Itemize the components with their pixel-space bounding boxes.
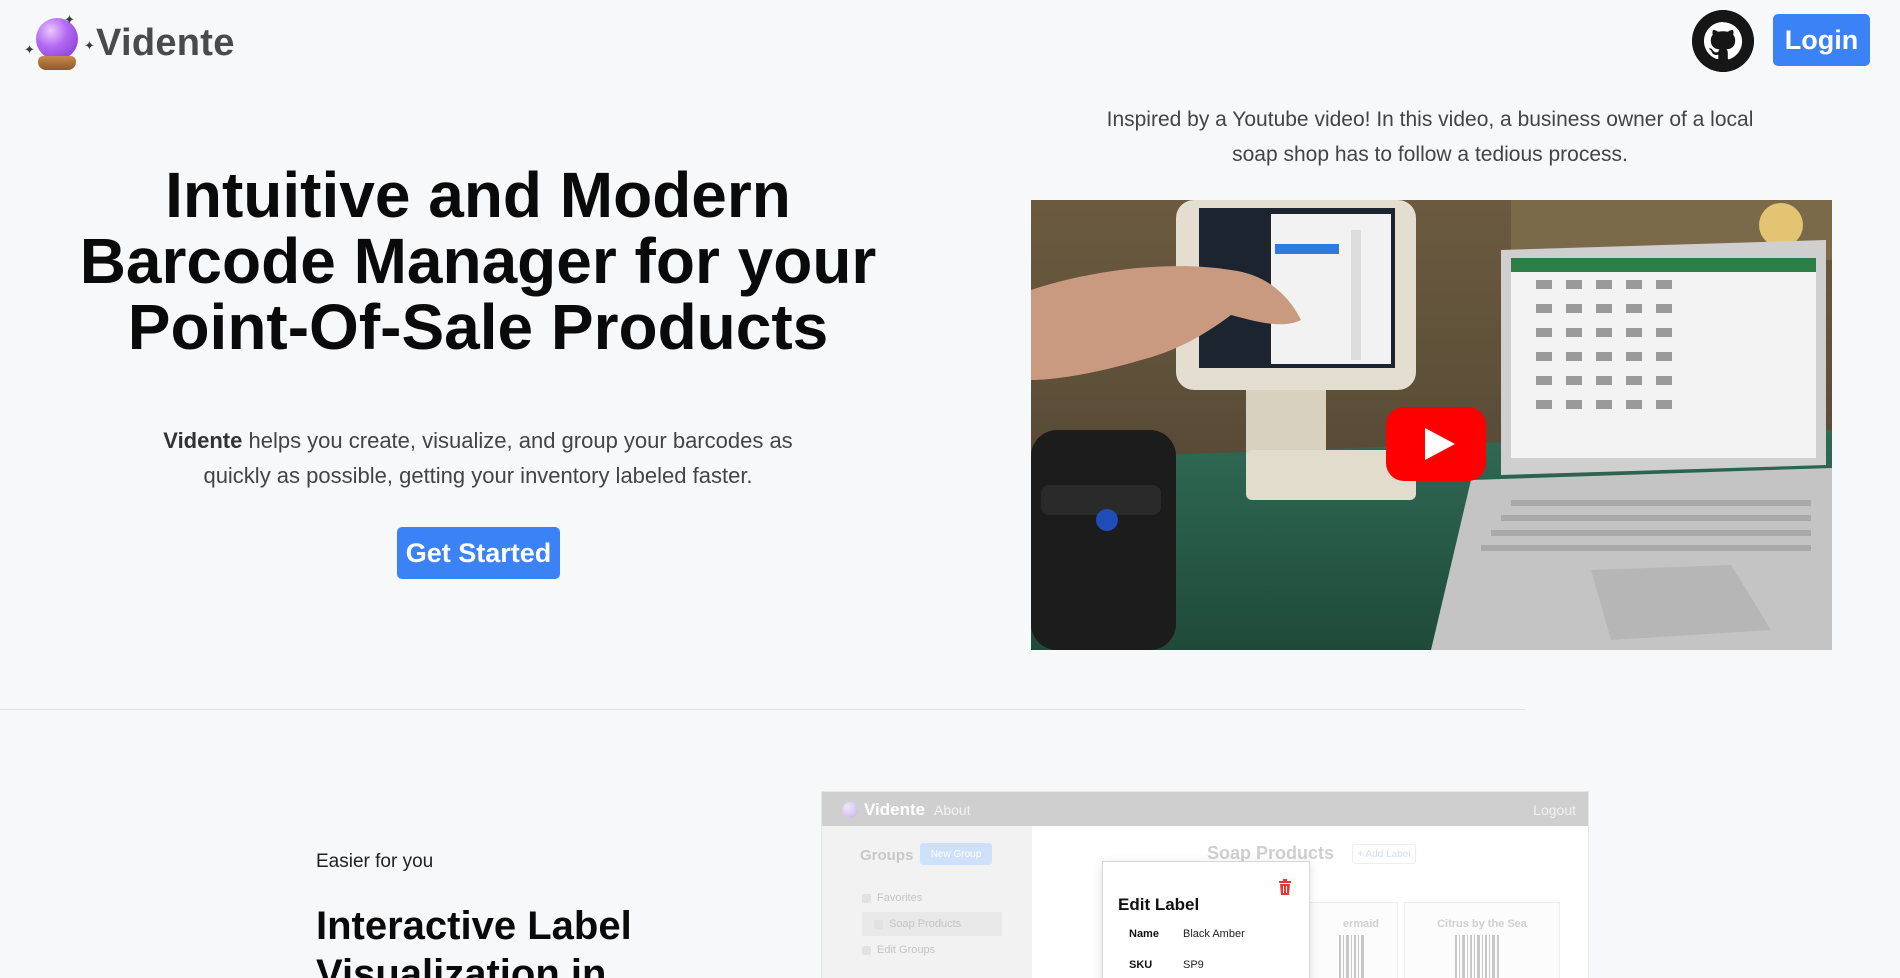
github-icon[interactable] <box>1692 10 1754 72</box>
brand-name: Vidente <box>96 21 235 64</box>
brand-logo[interactable]: ✦ ✦ ✦ Vidente <box>24 14 235 72</box>
video-caption: Inspired by a Youtube video! In this vid… <box>1106 108 1754 166</box>
preview-field-name-key: Name <box>1129 928 1159 940</box>
preview-sidebar-item: Edit Groups <box>862 944 935 956</box>
preview-edit-label-title: Edit Label <box>1118 895 1200 914</box>
preview-brand: Vidente <box>842 800 925 820</box>
hero-description-brand: Vidente <box>163 428 243 453</box>
preview-crystal-icon <box>842 802 858 818</box>
preview-brand-name: Vidente <box>864 800 926 819</box>
barcode-icon <box>1455 935 1511 978</box>
preview-sidebar-item-label: Soap Products <box>889 918 962 930</box>
preview-sidebar-item-label: Favorites <box>877 892 923 904</box>
hero-description: Vidente helps you create, visualize, and… <box>160 423 796 493</box>
hero-title: Intuitive and Modern Barcode Manager for… <box>40 162 916 360</box>
preview-sidebar-item-label: Edit Groups <box>877 944 936 956</box>
hero-title-line: Barcode Manager for your <box>79 225 877 297</box>
feature-kicker: Easier for you <box>316 851 434 872</box>
section-divider <box>0 709 1525 710</box>
preview-label-card-title: Citrus by the Sea <box>1437 918 1527 930</box>
preview-edit-label-dialog: Edit Label Name Black Amber SKU SP9 <box>1102 861 1310 978</box>
preview-field-sku-key: SKU <box>1129 959 1153 971</box>
login-button[interactable]: Login <box>1773 14 1870 66</box>
trash-icon <box>1279 879 1291 895</box>
top-header: ✦ ✦ ✦ Vidente Login <box>0 0 1900 82</box>
preview-field-sku-value: SP9 <box>1183 959 1204 971</box>
hero-title-line: Point-Of-Sale Products <box>127 291 829 363</box>
hero-title-line: Intuitive and Modern <box>165 159 791 231</box>
preview-label-card: Citrus by the Sea <box>1404 902 1560 978</box>
pencil-icon <box>862 945 871 955</box>
folder-icon <box>862 893 871 903</box>
video-play-button[interactable] <box>1386 407 1486 481</box>
preview-field-name-value: Black Amber <box>1183 928 1245 940</box>
barcode-icon <box>1339 935 1395 978</box>
get-started-button[interactable]: Get Started <box>397 527 560 579</box>
feature-title: Interactive Label Visualization in <box>316 904 632 978</box>
hero-description-text: helps you create, visualize, and group y… <box>203 428 793 488</box>
preview-sidebar-item: Favorites <box>862 892 922 904</box>
preview-sidebar-item: Soap Products <box>862 912 1002 936</box>
preview-new-group-button: New Group <box>920 843 992 865</box>
preview-navbar: Vidente About Logout <box>822 792 1588 826</box>
preview-groups-title: Groups <box>860 847 914 864</box>
preview-logout-link: Logout <box>1533 802 1576 818</box>
preview-about-link: About <box>934 802 971 818</box>
preview-add-label-button: + Add Label <box>1352 844 1416 864</box>
crystal-ball-icon: ✦ ✦ ✦ <box>24 14 95 72</box>
folder-icon <box>874 919 883 929</box>
